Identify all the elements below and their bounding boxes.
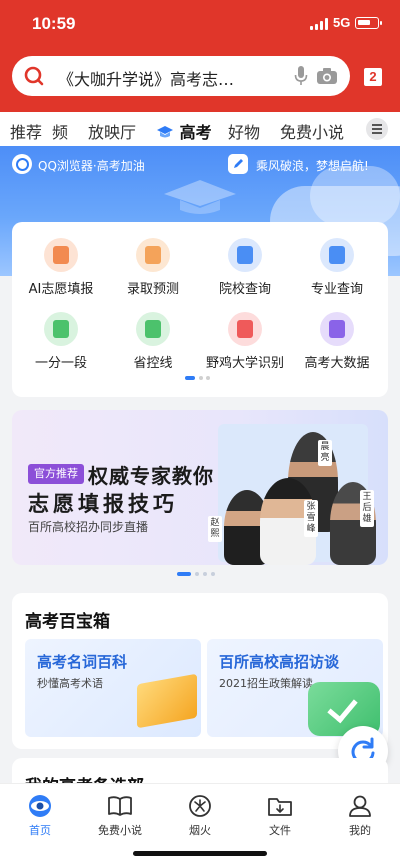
card-subtitle: 秒懂高考术语 — [37, 677, 103, 690]
browser-page: { "status_bar": { "time": "10:59", "netw… — [0, 0, 400, 865]
nav-profile[interactable]: 我的 — [320, 794, 400, 838]
book-icon — [137, 673, 197, 729]
channel-menu-icon[interactable] — [366, 118, 388, 140]
tab-recommend[interactable]: 推荐 — [10, 119, 42, 143]
expert-name-tag: 赵熙 — [208, 516, 222, 542]
badge-text: QQ浏览器·高考加油 — [38, 159, 145, 173]
expert-name-tag: 晨亮 — [318, 440, 332, 466]
tab-video[interactable]: 频 — [52, 119, 68, 143]
pen-icon — [228, 154, 248, 174]
graduation-cap-icon — [157, 126, 173, 138]
tab-goods[interactable]: 好物 — [228, 119, 260, 143]
status-bar: 10:59 5G — [0, 0, 400, 50]
section-title: 高考百宝箱 — [25, 612, 110, 632]
tab-gaokao-label: 高考 — [179, 123, 212, 142]
promo-subtitle: 百所高校招办同步直播 — [28, 520, 149, 534]
tab-theater[interactable]: 放映厅 — [88, 119, 136, 143]
search-query-text[interactable]: 《大咖升学说》高考志… — [58, 66, 278, 90]
expert-name-tag: 张雪峰 — [304, 500, 318, 537]
nav-label: 我的 — [349, 824, 371, 837]
card-gaokao-glossary[interactable]: 高考名词百科 秒懂高考术语 — [25, 639, 201, 737]
tools-page-indicator — [185, 376, 215, 380]
search-logo-icon — [24, 66, 44, 86]
card-title: 高考名词百科 — [37, 653, 128, 671]
status-time: 10:59 — [32, 14, 76, 33]
microphone-icon[interactable] — [294, 66, 308, 86]
tool-label: 一分一段 — [34, 356, 87, 371]
tool-label: 院校查询 — [218, 282, 271, 297]
tool-label: 专业查询 — [310, 282, 363, 297]
bar-chart-icon — [320, 312, 354, 346]
nav-label: 免费小说 — [98, 824, 142, 837]
battery-icon — [355, 17, 382, 29]
signal-icon — [310, 18, 330, 30]
card-title: 百所高校高招访谈 — [219, 653, 340, 671]
official-recommend-tag: 官方推荐 — [28, 464, 84, 484]
search-bar[interactable]: 《大咖升学说》高考志… — [12, 56, 350, 96]
card-subtitle: 2021招生政策解读 — [219, 677, 313, 690]
form-icon — [44, 238, 78, 272]
tool-label: AI志愿填报 — [28, 282, 94, 297]
promo-headline: 权威专家教你 — [88, 464, 214, 488]
home-eye-icon — [29, 795, 51, 817]
tool-label: 省控线 — [133, 356, 173, 371]
expert-promo-banner[interactable]: 官方推荐 权威专家教你 志愿填报技巧 百所高校招办同步直播 晨亮 王后雄 张雪峰… — [12, 410, 388, 565]
major-search-icon — [320, 238, 354, 272]
promo-headline: 志愿填报技巧 — [28, 492, 178, 516]
nav-files[interactable]: 文件 — [240, 794, 320, 838]
home-indicator — [133, 851, 267, 856]
user-icon — [349, 795, 371, 817]
gaokao-tools-grid: AI志愿填报 录取预测 院校查询 专业查询 一分一段 省控线 野鸡大学识别 高考… — [12, 222, 388, 397]
nav-label: 首页 — [29, 824, 51, 837]
folder-download-icon — [268, 798, 292, 816]
school-search-icon — [228, 238, 262, 272]
envelope-icon — [136, 238, 170, 272]
expert-name-tag: 王后雄 — [360, 490, 374, 527]
channel-tabs: 推荐 频 放映厅 高考 好物 免费小说 — [0, 112, 400, 146]
network-type: 5G — [333, 15, 351, 30]
qq-browser-logo-icon — [12, 154, 32, 174]
nav-firework[interactable]: 烟火 — [160, 794, 240, 838]
warning-house-icon — [228, 312, 262, 346]
tab-count-button[interactable]: 2 — [362, 66, 384, 88]
tool-label: 高考大数据 — [304, 356, 370, 371]
nav-label: 烟火 — [189, 824, 211, 837]
book-icon — [108, 796, 132, 816]
cloud-decoration — [310, 166, 400, 226]
tab-gaokao[interactable]: 高考 — [156, 119, 212, 143]
slogan-text: 乘风破浪，梦想启航! — [256, 159, 369, 173]
promo-page-indicator — [177, 572, 221, 576]
nav-home[interactable]: 首页 — [0, 794, 80, 838]
tool-label: 野鸡大学识别 — [205, 356, 284, 371]
nav-free-novel[interactable]: 免费小说 — [80, 794, 160, 838]
camera-icon[interactable] — [316, 67, 338, 85]
firework-icon — [189, 795, 211, 817]
table-icon — [44, 312, 78, 346]
trend-chart-icon — [136, 312, 170, 346]
graduation-cap-decoration-icon — [164, 180, 236, 214]
nav-label: 文件 — [269, 824, 291, 837]
tool-label: 录取预测 — [126, 282, 179, 297]
tab-free-novel[interactable]: 免费小说 — [280, 119, 344, 143]
